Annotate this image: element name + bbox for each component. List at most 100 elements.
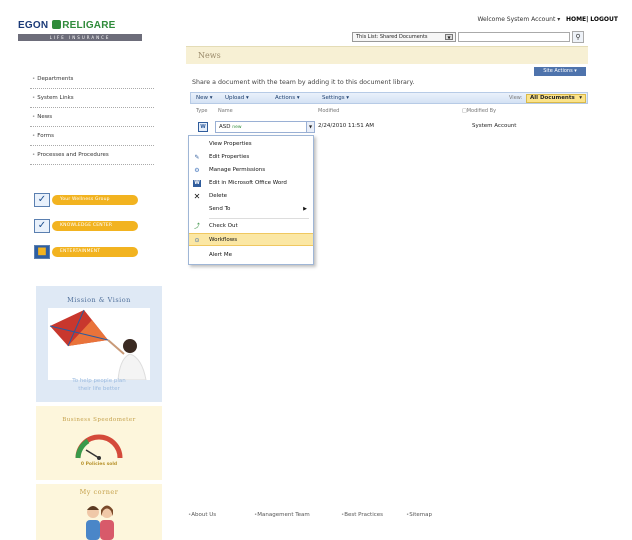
view-label: View: [509, 95, 523, 101]
new-badge: new [232, 125, 242, 130]
checkbox-icon: ✓ [34, 193, 50, 207]
quicklink-wellness[interactable]: ✓ Your Wellness Group [34, 193, 140, 207]
modified-by[interactable]: System Account [472, 123, 516, 129]
document-context-menu: View Properties ✎ Edit Properties ⚙ Manage… [188, 135, 314, 265]
promo-text-1: To help people plan [72, 378, 126, 384]
workflows-icon: ⊙ [194, 237, 200, 244]
column-header-type[interactable]: Type [196, 108, 207, 114]
search-icon[interactable]: ⚲ [572, 31, 584, 43]
library-description: Share a document with the team by adding… [192, 79, 415, 86]
new-menu[interactable]: New ▾ [196, 94, 213, 103]
menu-item-send-to[interactable]: Send To ▶ [189, 203, 313, 216]
upload-menu[interactable]: Upload ▾ [225, 94, 249, 103]
logo-star-icon [52, 20, 62, 29]
home-link[interactable]: HOME [566, 16, 586, 23]
nav-item-news[interactable]: • News [30, 108, 154, 127]
menu-item-label: Manage Permissions [209, 167, 266, 173]
column-header-label: Modified By [466, 108, 497, 114]
search-input[interactable] [458, 32, 570, 42]
welcome-bar: Welcome System Account ▾ HOME| LOGOUT [477, 16, 618, 23]
chevron-down-icon[interactable]: ▾ [557, 16, 560, 23]
business-speedometer-promo[interactable]: Business Speedometer 0 Policies sold [36, 406, 162, 480]
logout-link[interactable]: LOGOUT [590, 16, 618, 23]
menu-item-edit-in-word[interactable]: W Edit in Microsoft Office Word [189, 177, 313, 190]
speedometer-gauge-icon [75, 434, 123, 460]
document-name-cell[interactable]: ASD new ▼ [215, 121, 315, 133]
promo-title: Business Speedometer [62, 417, 136, 423]
checkbox-icon: ✓ [34, 219, 50, 233]
footer-link-about-us[interactable]: About Us [188, 512, 216, 518]
menu-item-manage-permissions[interactable]: ⚙ Manage Permissions [189, 164, 313, 177]
search-scope-value: This List: Shared Documents [356, 34, 428, 40]
column-header-name[interactable]: Name [218, 108, 233, 114]
menu-item-label: Check Out [209, 223, 238, 229]
permissions-icon: ⚙ [194, 167, 200, 174]
menu-item-delete[interactable]: ✕ Delete [189, 190, 313, 203]
word-document-icon: W [198, 122, 208, 132]
mission-vision-promo[interactable]: Mission & Vision To help people plan the… [36, 286, 162, 402]
actions-label: Actions [275, 95, 296, 101]
logo-tagline: LIFE INSURANCE [18, 34, 142, 41]
footer-link-management-team[interactable]: Management Team [254, 512, 310, 518]
column-header-modified-by[interactable]: □Modified By [462, 108, 496, 114]
company-logo[interactable]: EGON RELIGARE LIFE INSURANCE [18, 20, 142, 46]
menu-item-label: Send To [209, 206, 231, 212]
menu-item-workflows[interactable]: ⊙ Workflows [189, 233, 313, 246]
my-corner-promo[interactable]: My corner [36, 484, 162, 540]
menu-item-check-out[interactable]: ⤴ Check Out [189, 220, 313, 233]
menu-item-label: Workflows [209, 237, 238, 243]
nav-item-forms[interactable]: • Forms [30, 127, 154, 146]
welcome-menu[interactable]: Welcome System Account [477, 16, 555, 23]
document-name[interactable]: ASD [219, 124, 231, 130]
word-icon: W [193, 180, 201, 187]
view-select[interactable]: All Documents ▾ [526, 94, 586, 103]
page-title: News [198, 51, 221, 60]
book-icon: ■ [34, 245, 50, 259]
nav-item-label: Processes and Procedures [37, 152, 109, 158]
nav-item-system-links[interactable]: • System Links [30, 89, 154, 108]
chevron-down-icon[interactable]: ▼ [306, 122, 314, 132]
delete-icon: ✕ [193, 192, 201, 201]
nav-item-processes[interactable]: • Processes and Procedures [30, 146, 154, 165]
table-row[interactable]: W ASD new ▼ 2/24/2010 11:51 AM System Ac… [196, 121, 586, 135]
menu-item-view-properties[interactable]: View Properties [189, 138, 313, 151]
quicklink-label: KNOWLEDGE CENTER [52, 221, 138, 231]
menu-item-label: Edit Properties [209, 154, 250, 160]
list-toolbar: New ▾ Upload ▾ Actions ▾ Settings ▾ View… [190, 92, 588, 104]
nav-item-label: Forms [37, 133, 54, 139]
chevron-down-icon: ▼ [445, 34, 453, 40]
search-scope-select[interactable]: This List: Shared Documents ▼ [352, 32, 456, 42]
kite-illustration [48, 308, 150, 380]
quicklink-label: Your Wellness Group [52, 195, 138, 205]
menu-item-label: Edit in Microsoft Office Word [209, 180, 287, 186]
page-title-bar: News [186, 46, 588, 64]
footer-link-best-practices[interactable]: Best Practices [341, 512, 383, 518]
settings-menu[interactable]: Settings ▾ [322, 94, 349, 103]
quicklink-knowledge-center[interactable]: ✓ KNOWLEDGE CENTER [34, 219, 140, 233]
actions-menu[interactable]: Actions ▾ [275, 94, 300, 103]
site-actions-button[interactable]: Site Actions ▾ [534, 67, 586, 76]
promo-text-2: their life better [78, 386, 120, 392]
menu-item-edit-properties[interactable]: ✎ Edit Properties [189, 151, 313, 164]
people-icon [86, 505, 114, 540]
list-column-headers: Type Name Modified □Modified By [196, 108, 586, 116]
logo-name-1: EGON [18, 20, 49, 31]
logo-name-2: RELIGARE [62, 20, 116, 31]
footer-link-sitemap[interactable]: Sitemap [406, 512, 432, 518]
new-label: New [196, 95, 208, 101]
quicklink-label: ENTERTAINMENT [52, 247, 138, 257]
chevron-right-icon: ▶ [303, 206, 307, 212]
settings-label: Settings [322, 95, 345, 101]
column-header-modified[interactable]: Modified [318, 108, 339, 114]
chevron-down-icon: ▾ [579, 95, 582, 101]
edit-properties-icon: ✎ [194, 154, 200, 161]
promo-title: Mission & Vision [67, 296, 131, 304]
menu-item-label: Alert Me [209, 252, 232, 258]
menu-item-alert-me[interactable]: Alert Me [189, 249, 313, 262]
nav-item-departments[interactable]: • Departments [30, 70, 154, 89]
nav-item-label: Departments [37, 76, 74, 82]
view-value: All Documents [530, 95, 575, 101]
quicklink-entertainment[interactable]: ■ ENTERTAINMENT [34, 245, 140, 259]
policies-sold-caption: 0 Policies sold [80, 462, 118, 467]
upload-label: Upload [225, 95, 245, 101]
